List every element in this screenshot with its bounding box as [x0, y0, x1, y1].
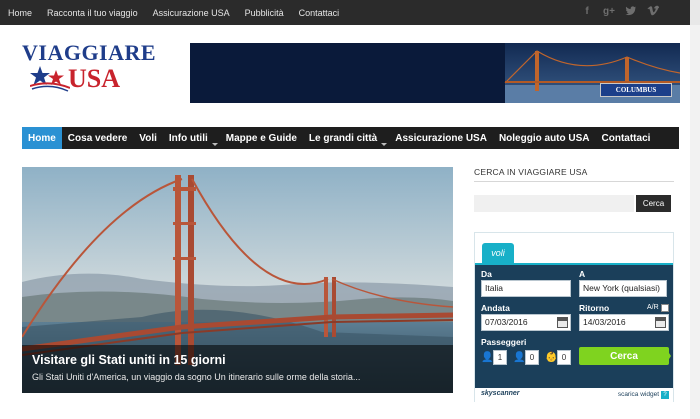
- dropdown-caret-icon: [381, 143, 388, 146]
- banner-ad[interactable]: COLUMBUS: [190, 43, 680, 103]
- children-stepper[interactable]: 👤 0: [513, 349, 539, 366]
- children-count[interactable]: 0: [525, 350, 539, 365]
- infant-icon: 👶: [545, 351, 558, 363]
- search-input[interactable]: [474, 195, 634, 212]
- nav-info-utili[interactable]: Info utili: [163, 127, 220, 149]
- infants-stepper[interactable]: 👶 0: [545, 349, 571, 366]
- hero-slide[interactable]: Visitare gli Stati uniti in 15 giorni Gl…: [22, 167, 453, 393]
- nav-assicurazione[interactable]: Assicurazione USA: [389, 127, 493, 149]
- skyscanner-logo[interactable]: skyscanner: [481, 390, 520, 397]
- return-date-value: 14/03/2016: [583, 317, 626, 327]
- to-label: A: [579, 269, 586, 279]
- nav-label: Mappe e Guide: [225, 132, 297, 144]
- top-bar-edge: [690, 0, 700, 25]
- vimeo-icon[interactable]: [646, 5, 660, 19]
- infants-count[interactable]: 0: [557, 350, 571, 365]
- nav-label: Noleggio auto USA: [498, 132, 590, 144]
- search-button[interactable]: Cerca: [636, 195, 671, 212]
- nav-grandi-citta[interactable]: Le grandi città: [303, 127, 389, 149]
- depart-date-value: 07/03/2016: [485, 317, 528, 327]
- depart-date-field[interactable]: 07/03/2016: [481, 314, 571, 331]
- stars-icon: [30, 66, 70, 92]
- banner-brand: COLUMBUS: [600, 83, 672, 97]
- widget-panel: Da Italia A New York (qualsiasi) Andata …: [475, 263, 673, 388]
- passengers-label: Passeggeri: [481, 337, 527, 347]
- download-widget-link[interactable]: scarica widget: [618, 391, 659, 398]
- depart-label: Andata: [481, 303, 510, 313]
- tab-voli[interactable]: voli: [482, 243, 514, 263]
- main-nav: Home Cosa vedere Voli Info utili Mappe e…: [22, 127, 679, 149]
- google-plus-icon[interactable]: g+: [602, 5, 616, 19]
- from-label: Da: [481, 269, 492, 279]
- social-links: f g+: [580, 5, 660, 19]
- site-logo[interactable]: VIAGGIARE USA: [22, 40, 156, 100]
- widget-footer: skyscanner scarica widget ?: [475, 388, 673, 402]
- search-arrow-icon: [665, 347, 671, 365]
- return-date-field[interactable]: 14/03/2016: [579, 314, 669, 331]
- top-nav-contattaci[interactable]: Contattaci: [299, 8, 340, 18]
- nav-label: Contattaci: [601, 132, 651, 144]
- adults-count[interactable]: 1: [493, 350, 507, 365]
- twitter-icon[interactable]: [624, 5, 638, 19]
- nav-mappe-guide[interactable]: Mappe e Guide: [220, 127, 303, 149]
- nav-contattaci[interactable]: Contattaci: [596, 127, 657, 149]
- top-nav: Home Racconta il tuo viaggio Assicurazio…: [8, 0, 339, 25]
- logo-text-usa: USA: [68, 64, 121, 93]
- round-trip-checkbox[interactable]: [661, 304, 669, 312]
- hero-title[interactable]: Visitare gli Stati uniti in 15 giorni: [32, 353, 226, 367]
- nav-noleggio-auto[interactable]: Noleggio auto USA: [493, 127, 596, 149]
- search-heading: CERCA IN VIAGGIARE USA: [474, 167, 588, 177]
- nav-label: Le grandi città: [308, 132, 378, 144]
- nav-label: Voli: [139, 132, 157, 144]
- child-icon: 👤: [513, 351, 526, 363]
- help-icon[interactable]: ?: [661, 391, 669, 399]
- dropdown-caret-icon: [211, 143, 218, 146]
- nav-label: Cosa vedere: [67, 132, 128, 144]
- flight-search-button[interactable]: Cerca: [579, 347, 669, 365]
- page-right-edge: [690, 25, 700, 419]
- nav-label: Info utili: [168, 132, 208, 144]
- nav-label: Assicurazione USA: [395, 132, 487, 144]
- from-field[interactable]: Italia: [481, 280, 571, 297]
- top-nav-racconta[interactable]: Racconta il tuo viaggio: [47, 8, 138, 18]
- return-label: Ritorno: [579, 303, 610, 313]
- facebook-icon[interactable]: f: [580, 5, 594, 19]
- nav-home[interactable]: Home: [22, 127, 62, 149]
- nav-label: Home: [28, 132, 56, 144]
- nav-cosa-vedere[interactable]: Cosa vedere: [62, 127, 133, 149]
- adult-icon: 👤: [481, 351, 494, 363]
- calendar-icon[interactable]: [655, 317, 666, 328]
- hero-subtitle: Gli Stati Uniti d'America, un viaggio da…: [32, 372, 361, 382]
- adults-stepper[interactable]: 👤 1: [481, 349, 507, 366]
- round-trip-label: A/R: [647, 304, 659, 311]
- search-divider: [474, 181, 674, 182]
- widget-tab-bar: voli: [475, 233, 673, 263]
- top-nav-pubblicita[interactable]: Pubblicità: [245, 8, 284, 18]
- flight-search-widget: voli Da Italia A New York (qualsiasi) An…: [474, 232, 674, 402]
- calendar-icon[interactable]: [557, 317, 568, 328]
- top-bar: Home Racconta il tuo viaggio Assicurazio…: [0, 0, 700, 25]
- page: Home Racconta il tuo viaggio Assicurazio…: [0, 0, 700, 419]
- nav-voli[interactable]: Voli: [133, 127, 163, 149]
- top-nav-home[interactable]: Home: [8, 8, 32, 18]
- to-field[interactable]: New York (qualsiasi): [579, 280, 667, 297]
- top-nav-assicurazione[interactable]: Assicurazione USA: [153, 8, 230, 18]
